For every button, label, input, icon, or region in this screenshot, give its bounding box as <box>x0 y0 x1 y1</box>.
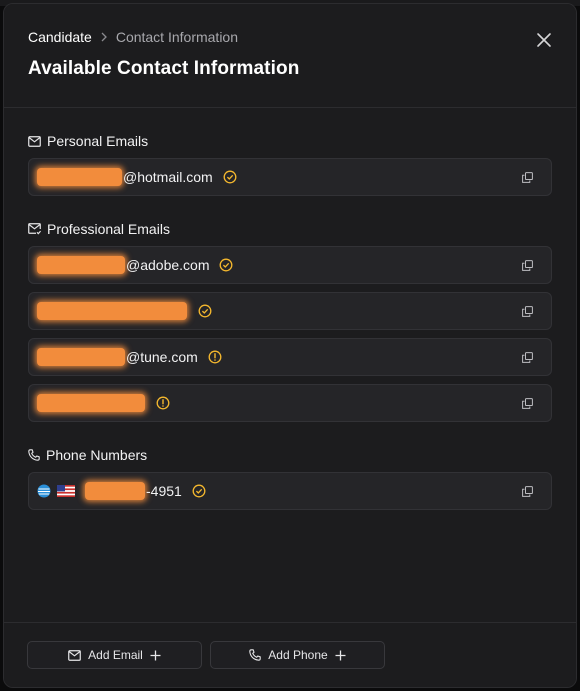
page-title: Available Contact Information <box>28 58 300 79</box>
mail-icon <box>28 135 41 147</box>
copy-icon <box>522 351 533 363</box>
close-icon <box>537 33 551 47</box>
phone-icon <box>249 649 262 661</box>
copy-button[interactable] <box>522 305 533 317</box>
section-title: Phone Numbers <box>46 447 148 463</box>
email-domain: @tune.com <box>126 349 198 365</box>
email-row[interactable] <box>28 384 552 422</box>
att-logo-icon <box>37 484 51 498</box>
breadcrumb: Candidate Contact Information <box>28 28 552 46</box>
mail-icon <box>68 649 81 661</box>
email-domain: @adobe.com <box>126 257 210 273</box>
copy-icon <box>522 485 533 497</box>
phone-row[interactable]: -4951 <box>28 472 552 510</box>
add-email-button[interactable]: Add Email <box>27 641 202 669</box>
phone-icon <box>28 449 40 461</box>
verified-check-icon <box>198 304 212 318</box>
redacted-text <box>37 394 145 412</box>
copy-button[interactable] <box>522 485 533 497</box>
plus-icon <box>150 650 161 660</box>
section-header: Personal Emails <box>28 132 552 150</box>
contact-info-modal: Candidate Contact Information Available … <box>3 3 577 688</box>
modal-body: Personal Emails @hotmail.com Professiona… <box>4 108 576 510</box>
modal-header: Candidate Contact Information Available … <box>4 4 576 108</box>
modal-footer: Add Email Add Phone <box>4 622 576 687</box>
verified-check-icon <box>223 170 237 184</box>
redacted-text <box>37 168 122 186</box>
section-title: Personal Emails <box>47 133 149 149</box>
verified-check-icon <box>192 484 206 498</box>
us-flag-icon <box>57 485 75 497</box>
add-email-label: Add Email <box>88 648 143 662</box>
copy-icon <box>522 305 533 317</box>
copy-button[interactable] <box>522 351 533 363</box>
phone-suffix: -4951 <box>146 483 182 499</box>
add-phone-label: Add Phone <box>268 648 328 662</box>
verified-check-icon <box>219 258 233 272</box>
redacted-text <box>37 256 125 274</box>
section-header: Phone Numbers <box>28 446 552 464</box>
warning-icon <box>208 350 222 364</box>
copy-icon <box>522 397 533 409</box>
mail-check-icon <box>28 223 41 235</box>
copy-button[interactable] <box>522 171 533 183</box>
copy-button[interactable] <box>522 397 533 409</box>
professional-emails-section: Professional Emails @adobe.com @tune.com <box>28 220 552 422</box>
email-row[interactable] <box>28 292 552 330</box>
email-domain: @hotmail.com <box>123 169 213 185</box>
warning-icon <box>156 396 170 410</box>
redacted-text <box>85 482 145 500</box>
close-button[interactable] <box>530 26 558 54</box>
chevron-right-icon <box>100 32 108 42</box>
section-title: Professional Emails <box>47 221 170 237</box>
plus-icon <box>335 650 346 660</box>
email-row[interactable]: @adobe.com <box>28 246 552 284</box>
email-row[interactable]: @tune.com <box>28 338 552 376</box>
add-phone-button[interactable]: Add Phone <box>210 641 385 669</box>
email-row[interactable]: @hotmail.com <box>28 158 552 196</box>
copy-button[interactable] <box>522 259 533 271</box>
section-header: Professional Emails <box>28 220 552 238</box>
redacted-text <box>37 302 187 320</box>
breadcrumb-candidate[interactable]: Candidate <box>28 28 92 46</box>
personal-emails-section: Personal Emails @hotmail.com <box>28 132 552 196</box>
copy-icon <box>522 171 533 183</box>
redacted-text <box>37 348 125 366</box>
breadcrumb-current: Contact Information <box>115 29 238 45</box>
phone-numbers-section: Phone Numbers -4951 <box>28 446 552 510</box>
copy-icon <box>522 259 533 271</box>
